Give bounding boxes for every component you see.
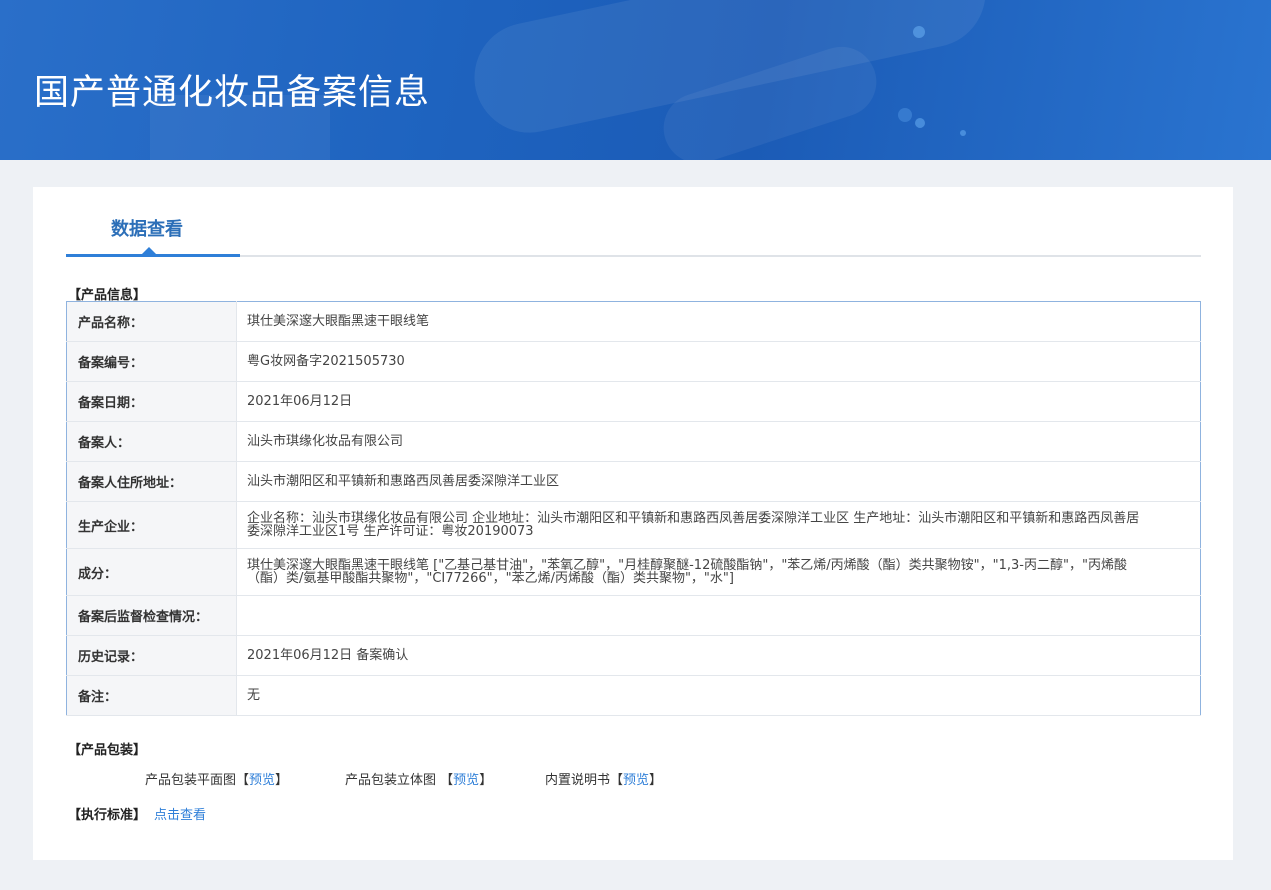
- tab-bar: 数据查看: [66, 207, 1201, 257]
- banner-decoration: [898, 108, 912, 122]
- bracket: 【: [610, 773, 624, 788]
- content-card: 数据查看 【产品信息】 产品名称： 琪仕美深邃大眼酯黑速干眼线笔 备案编号： 粤…: [33, 187, 1233, 860]
- row-value: [236, 595, 1201, 636]
- tab-data-view[interactable]: 数据查看: [66, 207, 240, 257]
- table-row: 备案后监督检查情况：: [66, 595, 1201, 636]
- bracket: 】: [275, 773, 289, 788]
- row-key: 生产企业：: [66, 501, 237, 549]
- row-value: 琪仕美深邃大眼酯黑速干眼线笔 ["乙基己基甘油"，"苯氧乙醇"，"月桂醇聚醚-1…: [236, 548, 1201, 596]
- table-row: 备案人： 汕头市琪缘化妆品有限公司: [66, 421, 1201, 462]
- tab-active-caret: [142, 247, 156, 254]
- row-key: 备案人：: [66, 421, 237, 462]
- table-row: 备案日期： 2021年06月12日: [66, 381, 1201, 422]
- table-row: 成分： 琪仕美深邃大眼酯黑速干眼线笔 ["乙基己基甘油"，"苯氧乙醇"，"月桂醇…: [66, 548, 1201, 596]
- row-value: 琪仕美深邃大眼酯黑速干眼线笔: [236, 301, 1201, 342]
- preview-manual-link[interactable]: 预览: [623, 773, 649, 788]
- product-info-table: 产品名称： 琪仕美深邃大眼酯黑速干眼线笔 备案编号： 粤G妆网备字2021505…: [66, 301, 1201, 716]
- section-title-standard: 【执行标准】: [68, 808, 147, 823]
- banner-decoration: [913, 26, 925, 38]
- package-manual-label: 内置说明书: [545, 773, 611, 788]
- table-row: 备注： 无: [66, 675, 1201, 716]
- banner-decoration: [960, 130, 966, 136]
- row-key: 备注：: [66, 675, 237, 716]
- row-key: 产品名称：: [66, 301, 237, 342]
- row-value: 2021年06月12日 备案确认: [236, 635, 1201, 676]
- preview-flat-link[interactable]: 预览: [249, 773, 275, 788]
- standard-view-link[interactable]: 点击查看: [154, 808, 206, 823]
- package-solid-label: 产品包装立体图: [345, 773, 437, 788]
- table-row: 备案人住所地址： 汕头市潮阳区和平镇新和惠路西凤善居委深隙洋工业区: [66, 461, 1201, 502]
- table-row: 产品名称： 琪仕美深邃大眼酯黑速干眼线笔: [66, 301, 1201, 342]
- row-key: 历史记录：: [66, 635, 237, 676]
- header-banner: 国产普通化妆品备案信息: [0, 0, 1271, 160]
- standard-link-wrap: 点击查看: [154, 804, 206, 823]
- bracket: 】: [479, 773, 493, 788]
- banner-decoration: [915, 118, 925, 128]
- bracket: 】: [649, 773, 663, 788]
- row-key: 备案后监督检查情况：: [66, 595, 237, 636]
- row-key: 备案编号：: [66, 341, 237, 382]
- package-flat-item: 产品包装平面图【预览】: [145, 769, 288, 788]
- row-key: 成分：: [66, 548, 237, 596]
- row-value: 无: [236, 675, 1201, 716]
- bracket: 【: [440, 773, 454, 788]
- package-solid-item: 产品包装立体图 【预览】: [345, 769, 492, 788]
- table-row: 备案编号： 粤G妆网备字2021505730: [66, 341, 1201, 382]
- row-value: 汕头市琪缘化妆品有限公司: [236, 421, 1201, 462]
- tab-label: 数据查看: [111, 219, 183, 240]
- bracket: 【: [236, 773, 250, 788]
- package-manual-item: 内置说明书【预览】: [545, 769, 662, 788]
- table-row: 生产企业： 企业名称：汕头市琪缘化妆品有限公司 企业地址：汕头市潮阳区和平镇新和…: [66, 501, 1201, 549]
- row-value: 汕头市潮阳区和平镇新和惠路西凤善居委深隙洋工业区: [236, 461, 1201, 502]
- row-key: 备案日期：: [66, 381, 237, 422]
- row-value: 企业名称：汕头市琪缘化妆品有限公司 企业地址：汕头市潮阳区和平镇新和惠路西凤善居…: [236, 501, 1201, 549]
- row-value: 2021年06月12日: [236, 381, 1201, 422]
- preview-solid-link[interactable]: 预览: [453, 773, 479, 788]
- row-key: 备案人住所地址：: [66, 461, 237, 502]
- package-flat-label: 产品包装平面图: [145, 773, 237, 788]
- page-title: 国产普通化妆品备案信息: [34, 73, 431, 113]
- row-value: 粤G妆网备字2021505730: [236, 341, 1201, 382]
- table-row: 历史记录： 2021年06月12日 备案确认: [66, 635, 1201, 676]
- section-title-product-package: 【产品包装】: [68, 743, 147, 758]
